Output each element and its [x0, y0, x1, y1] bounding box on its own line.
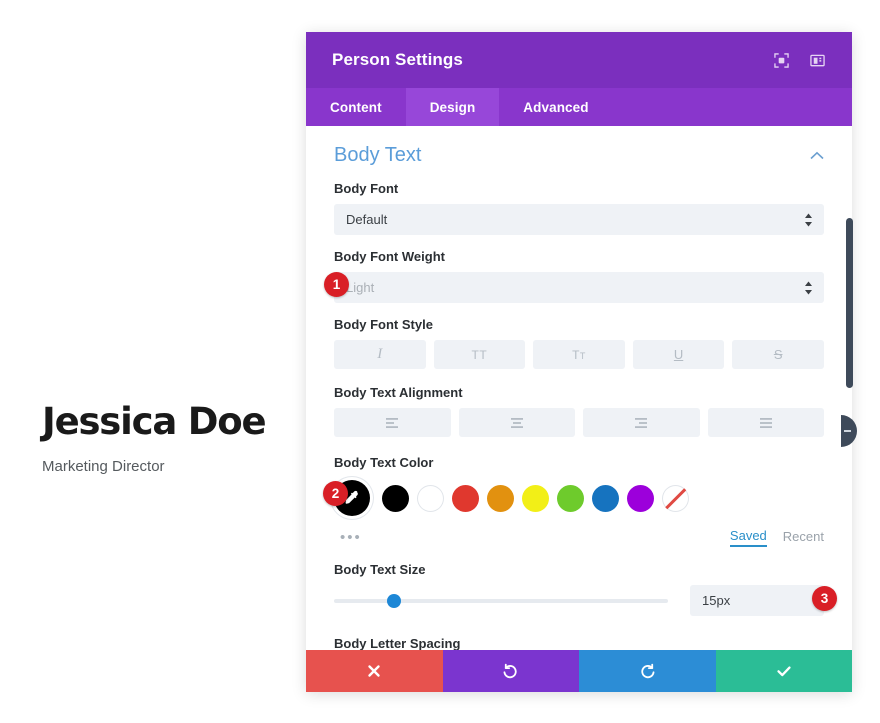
person-settings-panel: Person Settings Content Design Advanced — [306, 32, 852, 692]
swatch-red[interactable] — [452, 484, 479, 512]
label-body-text-color: Body Text Color — [334, 455, 434, 470]
panel-action-bar — [306, 650, 852, 692]
swatch-yellow[interactable] — [522, 484, 549, 512]
body-text-size-slider[interactable] — [334, 591, 668, 611]
align-justify-button[interactable] — [707, 408, 824, 437]
field-body-font-style: Body Font Style I TT TT U S — [334, 317, 824, 369]
swatch-purple[interactable] — [627, 484, 654, 512]
person-role: Marketing Director — [42, 458, 165, 475]
align-left-icon — [386, 417, 399, 428]
panel-body: Body Text Body Font Default Body Font We… — [306, 126, 852, 650]
italic-icon: I — [377, 346, 383, 362]
field-body-font-weight: Body Font Weight Light 1 — [324, 249, 824, 303]
field-body-text-alignment: Body Text Alignment — [334, 385, 824, 437]
label-body-text-size: Body Text Size — [334, 562, 426, 577]
italic-button[interactable]: I — [334, 340, 426, 369]
align-right-icon — [635, 417, 648, 428]
label-body-font: Body Font — [334, 181, 399, 196]
badge-3: 3 — [812, 586, 837, 611]
panel-header: Person Settings — [306, 32, 852, 88]
panel-tabs: Content Design Advanced — [306, 88, 852, 126]
body-text-size-control: 15px — [334, 585, 824, 616]
underline-icon: U — [673, 347, 684, 362]
strikethrough-button[interactable]: S — [732, 340, 824, 369]
body-text-size-value: 15px — [702, 593, 731, 608]
field-body-text-size: Body Text Size 15px 3 — [334, 562, 837, 616]
select-body-font-weight-value: Light — [346, 280, 375, 295]
select-body-font[interactable]: Default — [334, 204, 824, 235]
person-name: Jessica Doe — [42, 400, 267, 443]
palette-footer: ••• Saved Recent — [334, 528, 824, 547]
screen: Jessica Doe Marketing Director Person Se… — [0, 0, 880, 723]
person-preview: Jessica Doe Marketing Director — [42, 400, 272, 475]
select-body-font-weight[interactable]: Light — [334, 272, 824, 303]
body-font-style-buttons: I TT TT U S — [334, 340, 824, 369]
undo-icon — [503, 663, 517, 678]
swatch-transparent[interactable] — [662, 484, 689, 512]
swatch-green[interactable] — [557, 484, 584, 512]
label-body-font-style: Body Font Style — [334, 317, 433, 332]
badge-1: 1 — [324, 272, 349, 297]
uppercase-button[interactable]: TT — [433, 340, 526, 369]
redo-icon — [641, 663, 655, 678]
badge-2: 2 — [323, 481, 348, 506]
align-left-button[interactable] — [334, 408, 451, 437]
tab-content[interactable]: Content — [306, 88, 406, 126]
align-center-icon — [510, 417, 523, 428]
chevron-up-icon[interactable] — [810, 147, 824, 165]
align-center-button[interactable] — [458, 408, 575, 437]
more-colors-button[interactable]: ••• — [334, 529, 362, 546]
body-text-size-input[interactable]: 15px — [690, 585, 824, 616]
underline-button[interactable]: U — [632, 340, 725, 369]
palette-tabs: Saved Recent — [729, 528, 824, 547]
chevron-updown-icon — [804, 213, 813, 227]
chevron-updown-icon — [804, 281, 813, 295]
label-body-text-alignment: Body Text Alignment — [334, 385, 463, 400]
field-body-font: Body Font Default — [334, 181, 824, 235]
swatch-black[interactable] — [382, 484, 409, 512]
strikethrough-icon: S — [773, 347, 783, 362]
label-body-font-weight: Body Font Weight — [334, 249, 445, 264]
section-header-body-text[interactable]: Body Text — [334, 144, 824, 181]
color-palette — [334, 478, 824, 516]
tab-advanced[interactable]: Advanced — [499, 88, 612, 126]
page-title: Person Settings — [332, 50, 463, 69]
label-body-letter-spacing: Body Letter Spacing — [334, 636, 461, 650]
select-body-font-value: Default — [346, 212, 388, 227]
palette-tab-recent[interactable]: Recent — [783, 529, 824, 546]
palette-tab-saved[interactable]: Saved — [729, 528, 767, 547]
swatch-blue[interactable] — [592, 484, 619, 512]
slider-track — [334, 598, 668, 603]
body-text-alignment-buttons — [334, 408, 824, 437]
uppercase-icon: TT — [471, 347, 488, 362]
tab-design[interactable]: Design — [405, 88, 500, 126]
slider-thumb[interactable] — [387, 593, 402, 608]
focus-icon[interactable] — [768, 47, 794, 73]
align-right-button[interactable] — [583, 408, 700, 437]
panel-drag-handle[interactable] — [841, 415, 857, 447]
small-caps-icon: TT — [572, 347, 586, 362]
field-body-text-color: Body Text Color ••• Saved Recent 2 — [323, 455, 824, 547]
section-title: Body Text — [334, 144, 422, 166]
undo-button[interactable] — [442, 650, 579, 692]
cancel-button[interactable] — [306, 650, 443, 692]
close-icon — [368, 665, 380, 677]
swatch-orange[interactable] — [487, 484, 514, 512]
swatch-white[interactable] — [417, 484, 444, 512]
small-caps-button[interactable]: TT — [533, 340, 625, 369]
panel-scrollbar[interactable] — [846, 218, 853, 388]
save-button[interactable] — [715, 650, 852, 692]
redo-button[interactable] — [579, 650, 716, 692]
field-body-letter-spacing: Body Letter Spacing — [334, 636, 824, 650]
layout-icon[interactable] — [804, 47, 830, 73]
check-icon — [777, 666, 791, 677]
align-justify-icon — [759, 417, 772, 428]
